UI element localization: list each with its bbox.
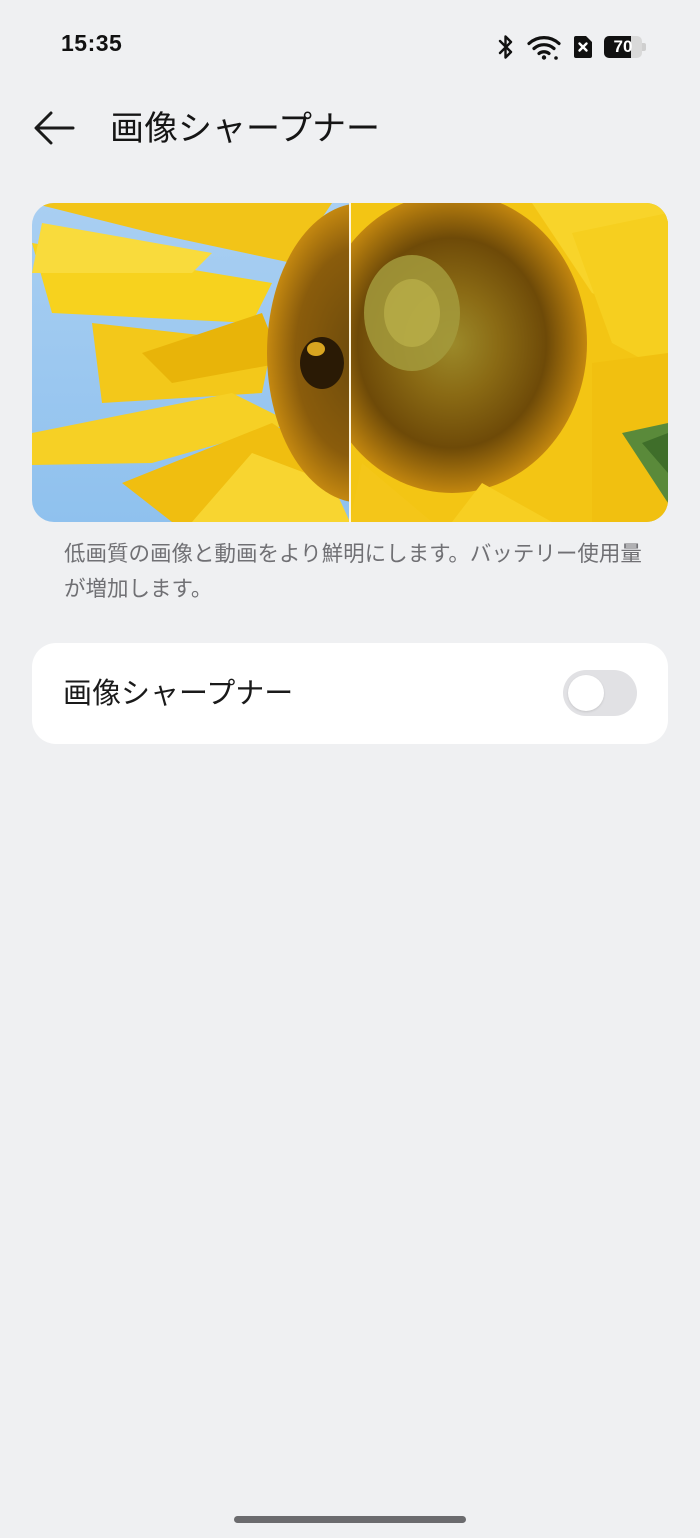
- home-indicator[interactable]: [234, 1516, 466, 1523]
- back-button[interactable]: [28, 104, 80, 156]
- feature-description: 低画質の画像と動画をより鮮明にします。バッテリー使用量が増加します。: [64, 542, 642, 602]
- setting-card[interactable]: 画像シャープナー: [32, 643, 668, 744]
- toggle-knob: [568, 675, 604, 711]
- battery-icon: 70: [604, 35, 648, 59]
- status-bar: 15:35 70: [0, 0, 700, 92]
- arrow-left-icon: [32, 110, 76, 150]
- status-icons: 70: [496, 32, 648, 62]
- status-time: 15:35: [61, 30, 123, 56]
- app-header: 画像シャープナー: [0, 96, 700, 162]
- sharpener-toggle[interactable]: [563, 670, 637, 716]
- setting-label: 画像シャープナー: [63, 676, 294, 710]
- preview-illustration: [32, 203, 668, 522]
- page-title: 画像シャープナー: [110, 109, 380, 149]
- no-sim-icon: [572, 34, 594, 60]
- battery-level: 70: [613, 37, 633, 56]
- sunflower-comparison-image: [32, 203, 668, 522]
- bluetooth-icon: [496, 33, 516, 61]
- battery-tip: [642, 43, 646, 51]
- wifi-icon: [526, 33, 562, 61]
